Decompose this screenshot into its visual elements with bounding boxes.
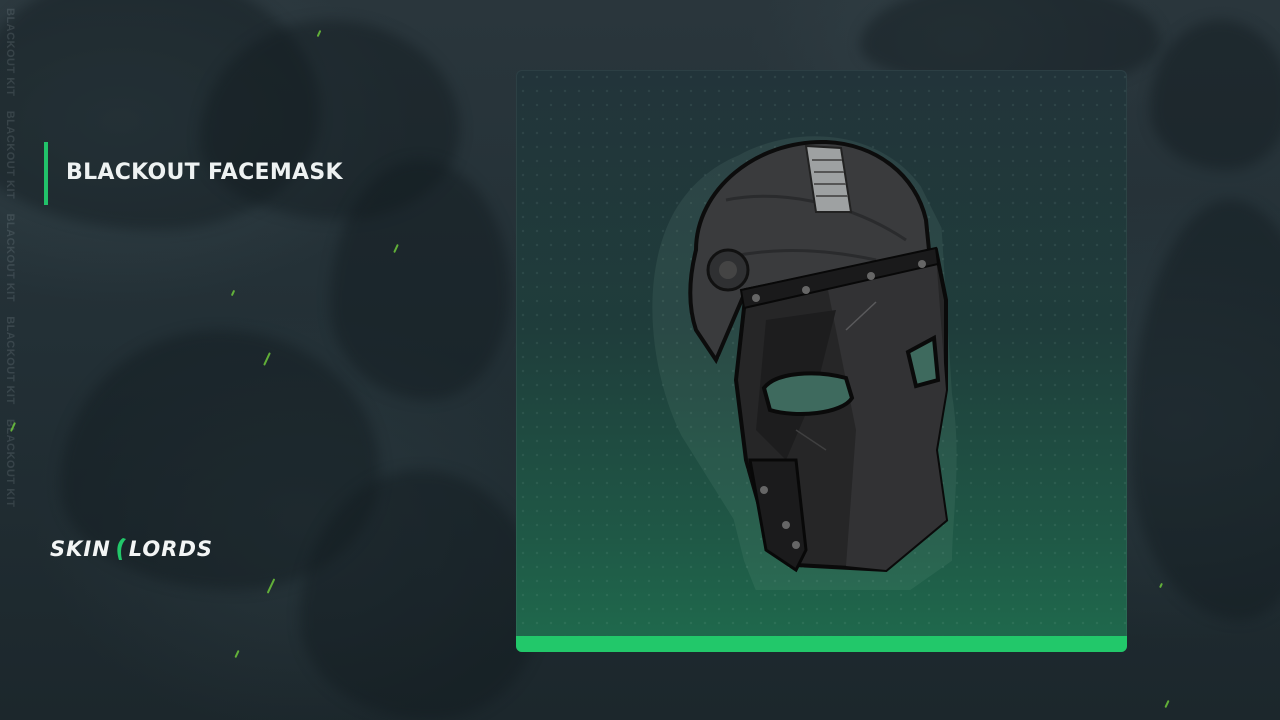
tree-silhouette bbox=[1130, 200, 1280, 620]
brand-logo: SKIN LORDS bbox=[50, 536, 213, 562]
title-accent-bar bbox=[44, 142, 48, 205]
blackout-facemask-icon bbox=[652, 136, 957, 590]
brand-text-left: SKIN bbox=[50, 537, 111, 561]
kit-label-repeat: BLACKOUT KIT bbox=[4, 110, 16, 200]
card-accent-bar bbox=[516, 636, 1127, 652]
brand-text-right: LORDS bbox=[128, 537, 214, 561]
kit-label-repeat: BLACKOUT KIT bbox=[4, 418, 16, 508]
item-title: BLACKOUT FACEMASK bbox=[66, 160, 343, 185]
kit-label-repeat: BLACKOUT KIT bbox=[4, 8, 16, 97]
tree-silhouette bbox=[1150, 20, 1280, 170]
skinlords-logo-mark-icon bbox=[117, 538, 126, 560]
vertical-kit-label: BLACKOUT KIT BLACKOUT KIT BLACKOUT KIT B… bbox=[4, 8, 18, 720]
kit-label-repeat: BLACKOUT KIT bbox=[4, 213, 16, 302]
kit-label-repeat: BLACKOUT KIT bbox=[4, 316, 16, 405]
item-preview-card bbox=[516, 70, 1127, 652]
